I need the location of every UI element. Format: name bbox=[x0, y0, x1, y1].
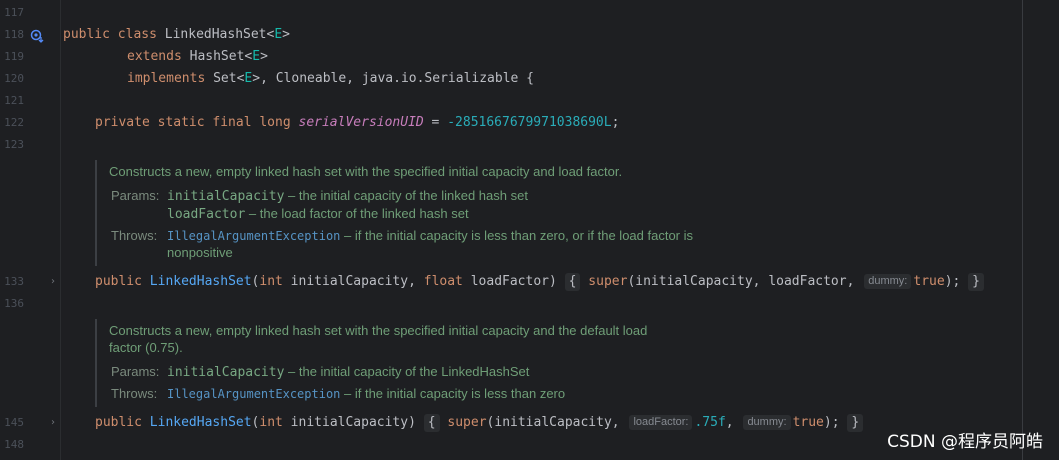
inlay-hint: dummy: bbox=[864, 274, 912, 289]
inlay-hint: loadFactor: bbox=[629, 415, 693, 430]
serial-version-field: private static final long serialVersionU… bbox=[95, 115, 620, 130]
line-number: 119 bbox=[4, 50, 24, 63]
inlay-hint: dummy: bbox=[743, 415, 791, 430]
folded-brace-close[interactable]: } bbox=[968, 273, 984, 291]
code-line-118: 118 public class LinkedHashSet<E> bbox=[0, 24, 1059, 46]
line-number: 117 bbox=[4, 6, 24, 19]
line-number: 148 bbox=[4, 438, 24, 451]
exception-link[interactable]: IllegalArgumentException bbox=[167, 387, 340, 401]
throws-label: Throws: bbox=[111, 228, 158, 243]
chevron-right-icon[interactable]: › bbox=[48, 271, 58, 293]
override-icon[interactable] bbox=[30, 28, 44, 43]
extends-clause: extends HashSet<E> bbox=[127, 49, 268, 64]
implements-clause: implements Set<E>, Cloneable, java.io.Se… bbox=[127, 71, 535, 86]
line-number: 123 bbox=[4, 138, 24, 151]
line-number: 136 bbox=[4, 297, 24, 310]
code-line-120: 120 implements Set<E>, Cloneable, java.i… bbox=[0, 68, 1059, 90]
param-entry: initialCapacity – the initial capacity o… bbox=[167, 364, 530, 380]
javadoc-block-2: Constructs a new, empty linked hash set … bbox=[95, 319, 797, 407]
line-number: 122 bbox=[4, 116, 24, 129]
folded-brace-open[interactable]: { bbox=[423, 414, 440, 432]
code-line-133: 133 › public LinkedHashSet(int initialCa… bbox=[0, 271, 1059, 293]
throws-entry: IllegalArgumentException – if the initia… bbox=[167, 386, 566, 401]
javadoc-block-1: Constructs a new, empty linked hash set … bbox=[95, 160, 797, 266]
watermark: CSDN @程序员阿皓 bbox=[887, 432, 1043, 452]
chevron-right-icon[interactable]: › bbox=[48, 412, 58, 434]
params-label: Params: bbox=[111, 364, 160, 379]
line-number: 145 bbox=[4, 416, 24, 429]
param-entry: initialCapacity – the initial capacity o… bbox=[167, 188, 528, 204]
class-declaration: public class LinkedHashSet<E> bbox=[63, 27, 290, 42]
folded-brace-close[interactable]: } bbox=[847, 414, 864, 432]
param-entry: loadFactor – the load factor of the link… bbox=[167, 206, 469, 222]
constructor-1: public LinkedHashSet(int initialCapacity… bbox=[95, 271, 984, 293]
line-number: 121 bbox=[4, 94, 24, 107]
doc-description-cont: factor (0.75). bbox=[109, 340, 183, 355]
code-line-119: 119 extends HashSet<E> bbox=[0, 46, 1059, 68]
throws-entry-cont: nonpositive bbox=[167, 245, 233, 260]
code-line-136: 136 bbox=[0, 293, 1059, 315]
line-number: 120 bbox=[4, 72, 24, 85]
throws-entry: IllegalArgumentException – if the initia… bbox=[167, 228, 694, 243]
throws-label: Throws: bbox=[111, 386, 158, 401]
doc-description: Constructs a new, empty linked hash set … bbox=[109, 164, 623, 179]
folded-brace-open[interactable]: { bbox=[564, 273, 581, 291]
exception-link[interactable]: IllegalArgumentException bbox=[167, 229, 340, 243]
line-number: 133 bbox=[4, 275, 24, 288]
code-line-117: 117 bbox=[0, 2, 1059, 24]
line-number: 118 bbox=[4, 28, 24, 41]
code-line-121: 121 bbox=[0, 90, 1059, 112]
code-line-122: 122 private static final long serialVers… bbox=[0, 112, 1059, 134]
code-line-123: 123 bbox=[0, 134, 1059, 156]
constructor-2: public LinkedHashSet(int initialCapacity… bbox=[95, 412, 864, 434]
doc-description: Constructs a new, empty linked hash set … bbox=[109, 323, 648, 338]
params-label: Params: bbox=[111, 188, 160, 203]
